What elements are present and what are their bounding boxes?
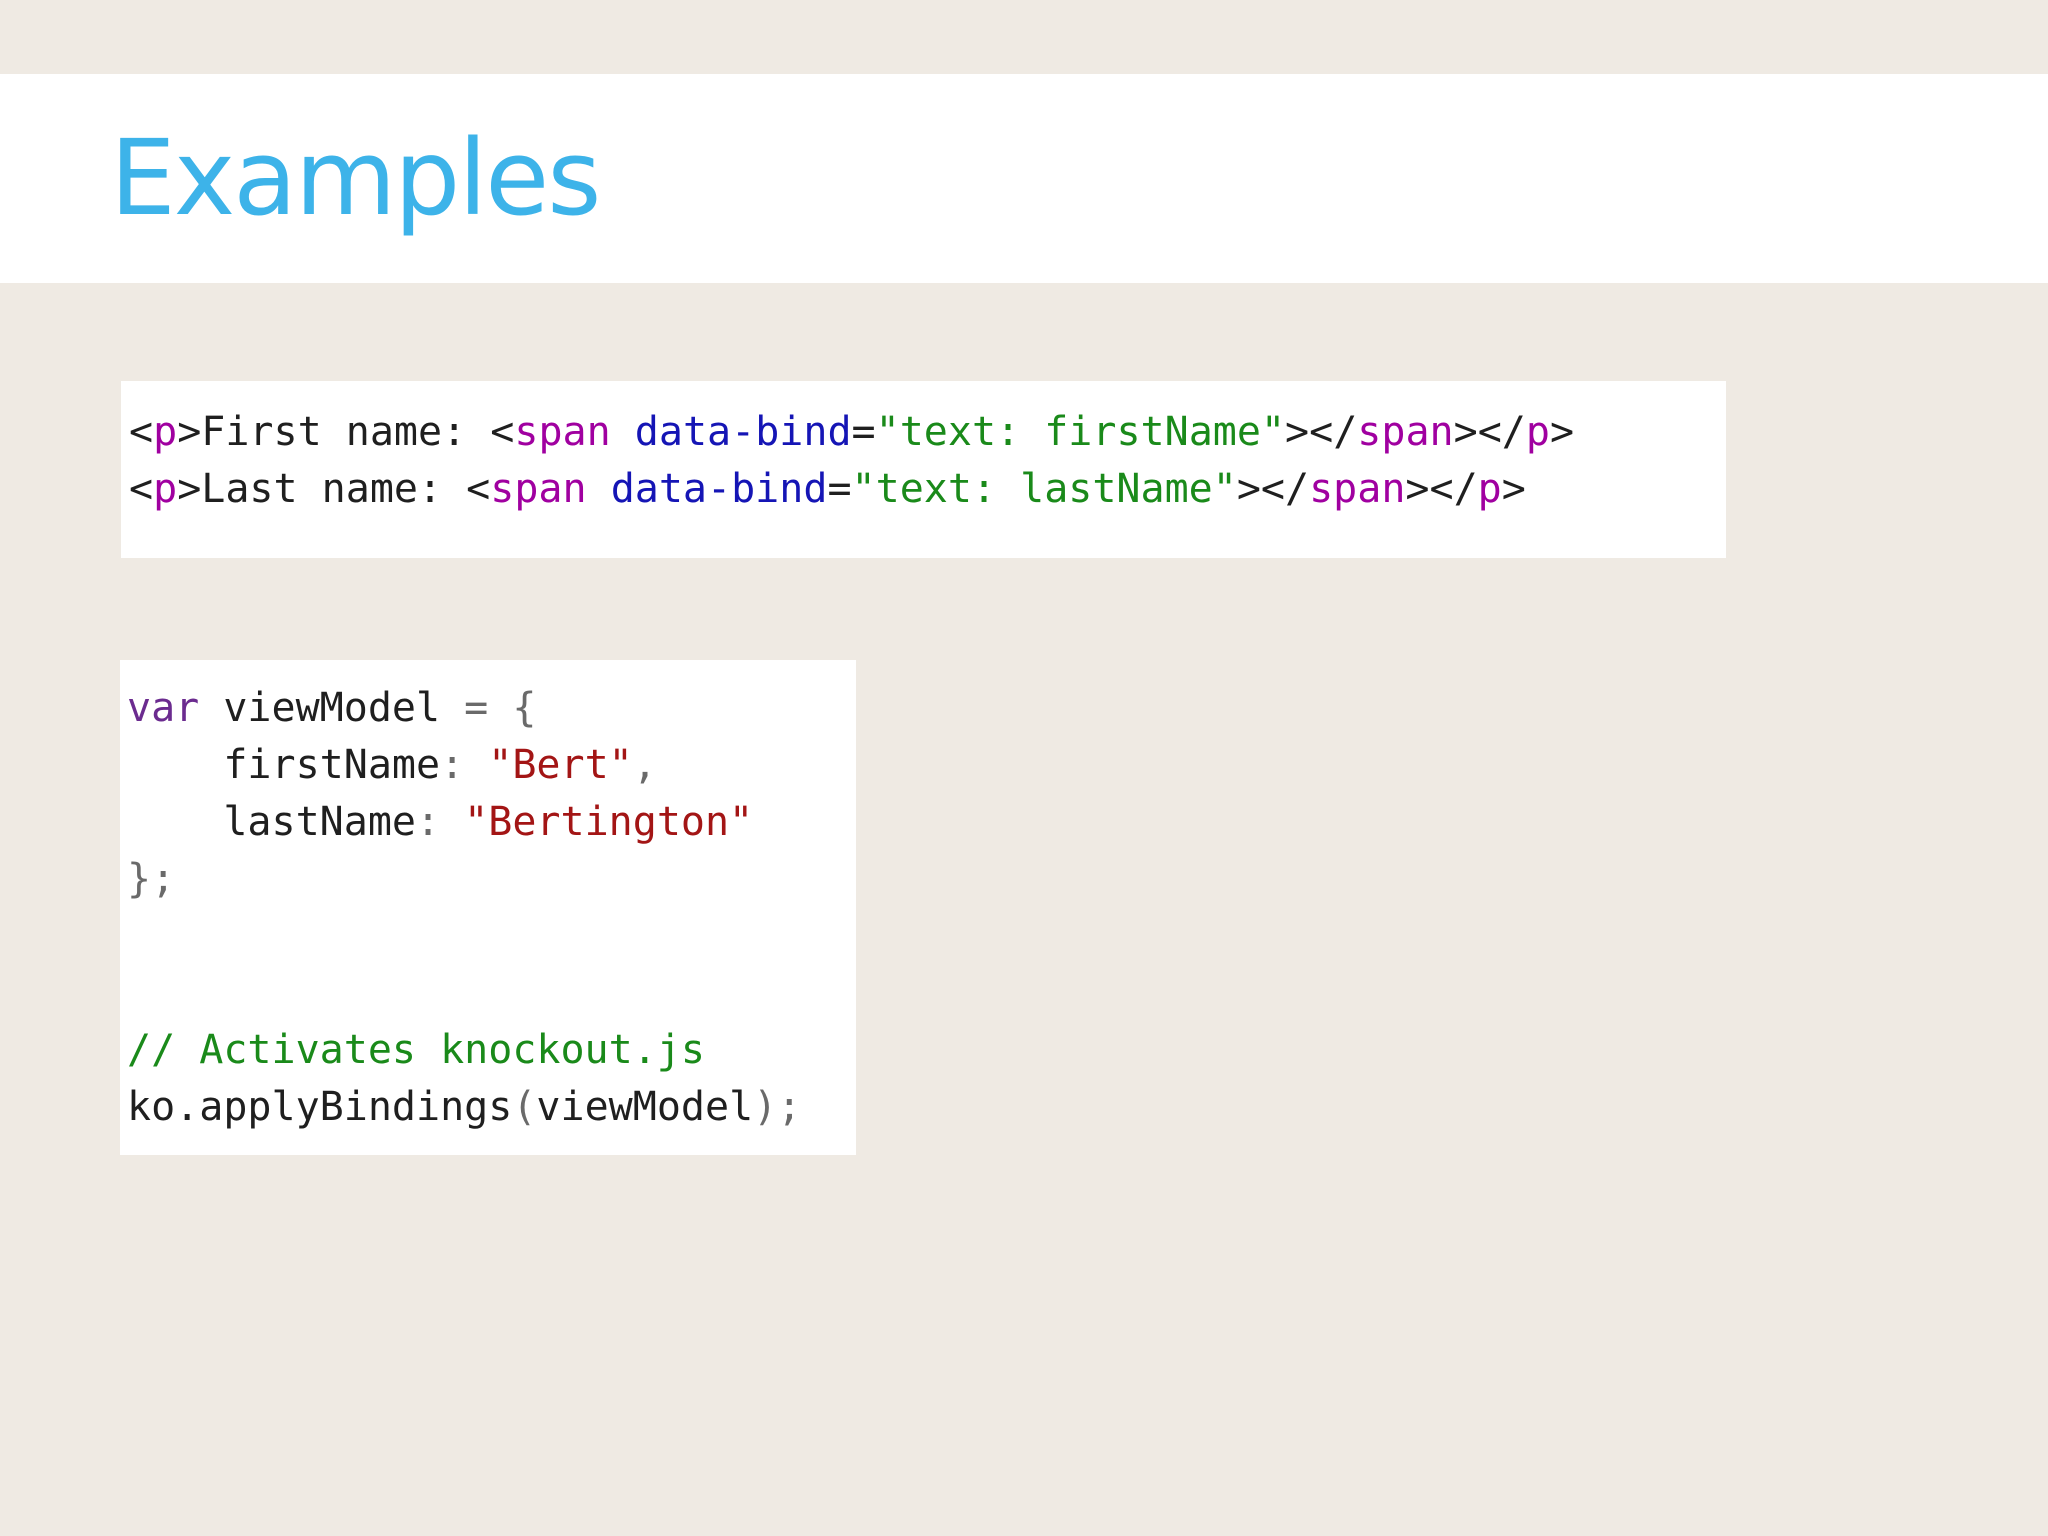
code-token: );: [753, 1084, 802, 1130]
code-line: firstName: "Bert",: [127, 742, 657, 788]
html-code-snippet: <p>First name: <span data-bind="text: fi…: [121, 381, 1726, 558]
code-token: data-bind: [610, 466, 828, 512]
code-token: :: [415, 799, 465, 845]
code-token: firstName: [127, 742, 441, 788]
code-token: "Bert": [488, 742, 633, 788]
html-code-block: <p>First name: <span data-bind="text: fi…: [129, 404, 1726, 518]
slide-title: Examples: [110, 117, 601, 239]
code-token: ></: [1285, 409, 1358, 455]
code-token: p: [153, 409, 178, 455]
code-token: viewModel: [199, 685, 465, 731]
code-line: // Activates knockout.js: [127, 1027, 705, 1073]
code-token: <: [129, 466, 154, 512]
code-token: :: [440, 742, 489, 788]
code-token: <: [129, 409, 154, 455]
code-token: >: [1549, 409, 1575, 455]
code-token: };: [127, 856, 176, 902]
code-token: ></: [1405, 466, 1478, 512]
code-token: <: [490, 409, 515, 455]
code-line: ko.applyBindings(viewModel);: [127, 1084, 801, 1130]
code-token: (: [512, 1084, 537, 1130]
code-token: = {: [464, 685, 537, 731]
code-token: lastName: [127, 799, 416, 845]
code-token: >Last name:: [177, 466, 467, 512]
code-token: span: [490, 466, 587, 512]
code-line: <p>Last name: <span data-bind="text: las…: [129, 466, 1526, 512]
code-token: span: [514, 409, 611, 455]
code-token: data-bind: [634, 409, 852, 455]
code-token: ></: [1236, 466, 1310, 512]
js-code-snippet: var viewModel = { firstName: "Bert", las…: [120, 660, 856, 1155]
code-token: "text: firstName": [875, 409, 1286, 455]
code-token: p: [1477, 466, 1502, 512]
code-line: <p>First name: <span data-bind="text: fi…: [129, 409, 1574, 455]
code-token: "text: lastName": [851, 466, 1237, 512]
code-token: ,: [632, 742, 657, 788]
code-token: p: [153, 466, 178, 512]
code-token: >: [1501, 466, 1526, 512]
code-token: ></: [1453, 409, 1526, 455]
code-token: =: [827, 466, 852, 512]
code-token: span: [1309, 466, 1406, 512]
code-token: ko.applyBindings: [127, 1084, 513, 1130]
code-token: >First name:: [177, 409, 491, 455]
code-token: =: [851, 409, 876, 455]
code-token: span: [1357, 409, 1454, 455]
js-code-block: var viewModel = { firstName: "Bert", las…: [127, 680, 856, 1136]
code-line: var viewModel = {: [127, 685, 536, 731]
code-token: var: [127, 685, 200, 731]
code-line: };: [127, 856, 175, 902]
code-token: "Bertington": [464, 799, 754, 845]
code-token: // Activates knockout.js: [127, 1027, 705, 1073]
code-token: p: [1525, 409, 1550, 455]
code-line: lastName: "Bertington": [127, 799, 753, 845]
code-token: <: [466, 466, 491, 512]
code-token: viewModel: [536, 1084, 754, 1130]
